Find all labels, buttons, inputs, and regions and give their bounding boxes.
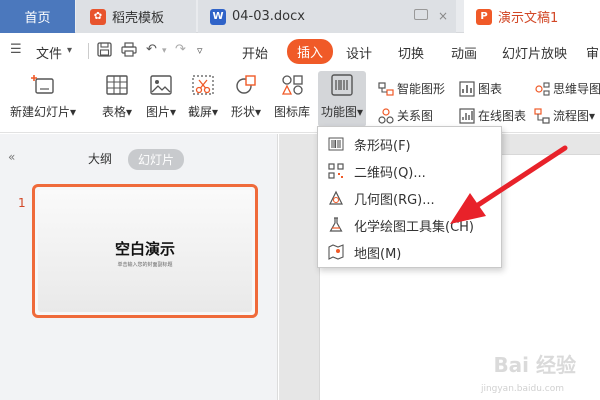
word-doc-icon: W [210,8,226,25]
menu-insert[interactable]: 插入 [287,39,334,64]
chevron-down-icon[interactable]: ▾ [162,46,167,56]
chart-label: 图表 [478,82,503,96]
tab-presentation[interactable]: P 演示文稿1 [464,0,600,33]
online-chart-icon [459,107,475,124]
mind-map-label: 思维导图 [553,82,600,96]
new-slide-icon [30,73,56,97]
menu-slideshow[interactable]: 幻灯片放映 [502,43,567,62]
tab-docx[interactable]: W 04-03.docx × [198,0,456,33]
menu-item-barcode-label: 条形码(F) [354,138,411,154]
slide-thumbnail[interactable]: 空白演示 单击输入您的封面副标题 [32,184,258,318]
icon-library-icon [279,73,305,97]
smart-graphic-icon [378,81,394,97]
daoke-logo-icon: ✿ [90,8,106,25]
menu-item-geometry-label: 几何图(RG)... [354,192,435,208]
picture-icon [148,73,174,97]
shapes-icon [233,73,259,97]
smart-graphic-button[interactable]: 智能图形 [378,80,445,97]
mind-map-icon [534,81,550,97]
tab-outline[interactable]: 大纲 [88,150,112,167]
table-button[interactable]: 表格▾ [102,73,132,120]
smart-graphic-label: 智能图形 [397,82,446,96]
menu-item-qr-code[interactable]: 二维码(Q)... [318,158,501,184]
menu-item-chemistry-label: 化学绘图工具集(CH) [354,219,474,235]
menu-design[interactable]: 设计 [346,43,372,62]
tab-docx-label: 04-03.docx [232,9,305,24]
barcode-icon [328,136,344,152]
table-icon [104,73,130,97]
close-icon[interactable]: × [438,9,448,23]
screen-icon[interactable] [414,9,428,20]
save-icon[interactable] [97,42,112,61]
slide-number: 1 [18,196,26,210]
chart-icon [459,80,475,97]
menu-item-qr-code-label: 二维码(Q)... [354,165,426,181]
picture-label: 图片▾ [146,105,177,119]
icon-library-label: 图标库 [274,105,311,119]
shape-button[interactable]: 形状▾ [231,73,261,120]
relation-chart-icon [378,107,394,124]
ppt-doc-icon: P [476,8,492,25]
undo-icon[interactable]: ↶ [146,42,157,57]
tab-daoke-template[interactable]: ✿ 稻壳模板 [76,0,196,33]
screenshot-label: 截屏▾ [188,105,219,119]
collapse-icon[interactable]: « [8,150,15,164]
redo-icon[interactable]: ↷ [175,42,186,57]
function-chart-menu: 条形码(F) 二维码(Q)... 几何图(RG)... 化学绘图工具集(CH) … [317,126,502,268]
table-label: 表格▾ [102,105,133,119]
slides-panel: « 大纲 幻灯片 1 空白演示 单击输入您的封面副标题 [0,134,278,400]
menu-item-chemistry[interactable]: 化学绘图工具集(CH) [318,212,501,238]
slide-thumbnail-canvas: 空白演示 单击输入您的封面副标题 [38,190,252,312]
function-chart-label: 功能图▾ [321,105,364,119]
shape-label: 形状▾ [231,105,262,119]
ribbon-insert: 新建幻灯片▾ 表格▾ 图片▾ 截屏▾ 形状▾ 图标库 功能图▾ 智能图形 图表 … [0,69,600,133]
tab-presentation-label: 演示文稿1 [498,11,559,26]
relation-chart-button[interactable]: 关系图 [378,107,433,124]
relation-chart-label: 关系图 [397,109,434,123]
new-slide-button[interactable]: 新建幻灯片▾ [10,73,76,120]
tab-bar: 首页 ✿ 稻壳模板 W 04-03.docx × P 演示文稿1 [0,0,600,33]
divider [88,43,89,59]
mind-map-button[interactable]: 思维导图 [534,80,600,97]
flowchart-label: 流程图▾ [553,109,596,123]
menu-review[interactable]: 审 [586,43,599,62]
online-chart-button[interactable]: 在线图表 [459,107,526,124]
geometry-icon [328,190,344,206]
menu-start[interactable]: 开始 [242,43,268,62]
menu-animation[interactable]: 动画 [451,43,477,62]
menu-file[interactable]: 文件 [36,43,62,62]
menu-item-map[interactable]: 地图(M) [318,239,501,265]
function-chart-button[interactable]: 功能图▾ [318,71,367,127]
qr-code-icon [328,163,344,179]
flowchart-button[interactable]: 流程图▾ [534,107,595,124]
flowchart-icon [534,107,550,124]
watermark-brand: Bai 经验 [493,353,576,377]
watermark-url: jingyan.baidu.com [480,384,564,394]
hamburger-icon[interactable]: ☰ [10,42,22,57]
menu-transition[interactable]: 切换 [398,43,424,62]
tab-daoke-label: 稻壳模板 [112,11,165,26]
chevron-down-icon[interactable]: ▾ [67,45,72,56]
function-chart-icon [329,73,355,97]
slide-thumbnail-subtitle: 单击输入您的封面副标题 [117,262,173,268]
customize-icon[interactable]: ▿ [197,44,203,57]
menu-bar: ☰ 文件 ▾ ↶ ▾ ↷ ▿ 开始 插入 设计 切换 动画 幻灯片放映 审 [0,33,600,69]
screenshot-button[interactable]: 截屏▾ [188,73,218,120]
new-slide-label: 新建幻灯片▾ [10,105,77,119]
slide-thumbnail-title: 空白演示 [114,240,175,258]
picture-button[interactable]: 图片▾ [146,73,176,120]
chart-button[interactable]: 图表 [459,80,502,97]
icon-library-button[interactable]: 图标库 [274,73,310,120]
menu-item-geometry[interactable]: 几何图(RG)... [318,185,501,211]
online-chart-label: 在线图表 [478,109,527,123]
menu-item-map-label: 地图(M) [354,246,402,262]
print-icon[interactable] [121,42,137,61]
scissors-icon [190,73,216,97]
map-icon [328,244,344,260]
menu-item-barcode[interactable]: 条形码(F) [318,131,501,157]
tab-home[interactable]: 首页 [0,0,75,33]
flask-icon [328,217,344,233]
tab-slides[interactable]: 幻灯片 [128,149,185,170]
